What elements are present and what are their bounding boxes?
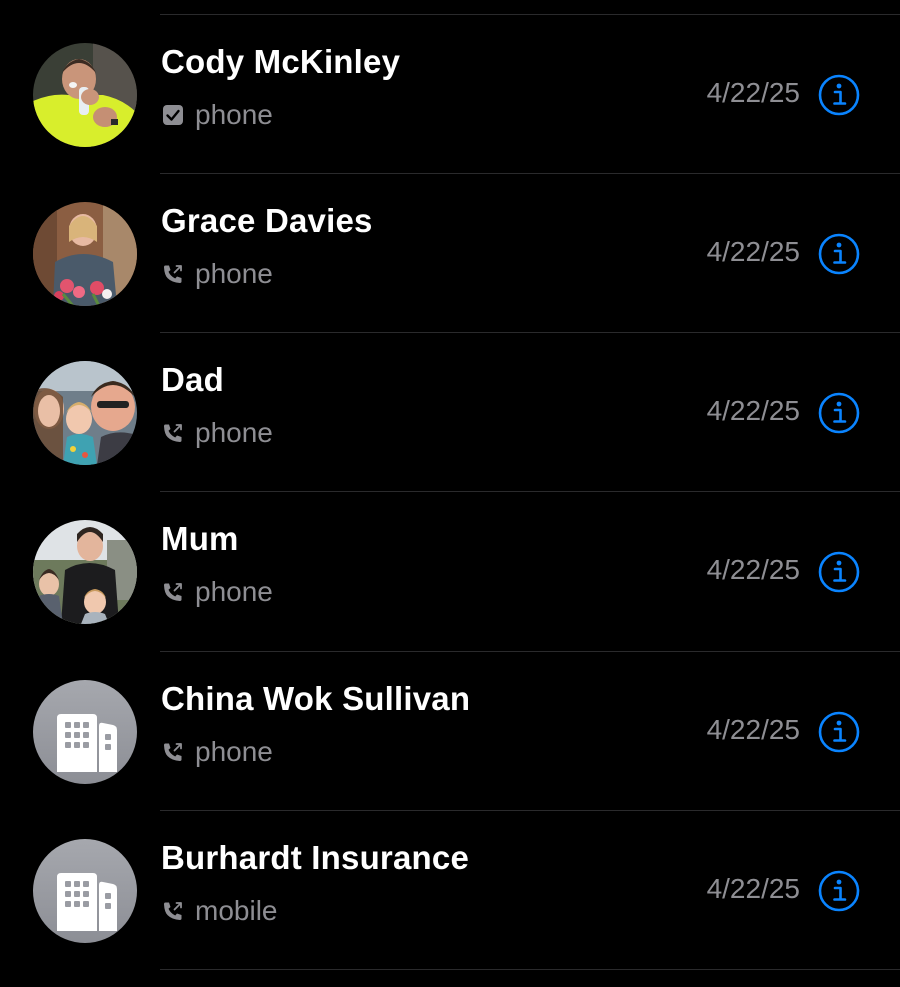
call-date: 4/22/25 [706, 873, 800, 904]
info-icon[interactable] [818, 392, 860, 434]
call-row[interactable]: Cody McKinley phone 4/22/25 [0, 15, 900, 174]
call-date: 4/22/25 [706, 714, 800, 745]
info-icon[interactable] [818, 870, 860, 912]
business-avatar [33, 839, 137, 943]
info-icon[interactable] [818, 711, 860, 753]
contact-photo-avatar [33, 520, 137, 624]
building-icon [33, 680, 137, 784]
call-detail: phone [161, 736, 273, 768]
call-type-label: phone [195, 576, 273, 607]
call-date: 4/22/25 [706, 77, 800, 108]
contact-photo-avatar [33, 361, 137, 465]
call-row[interactable]: Dad phone 4/22/25 [0, 333, 900, 492]
call-type-label: phone [195, 417, 273, 448]
call-date: 4/22/25 [706, 236, 800, 267]
call-detail: phone [161, 258, 273, 290]
call-row[interactable]: Burhardt Insurance mobile 4/22/25 [0, 811, 900, 970]
call-type-label: phone [195, 736, 273, 767]
outgoing-call-icon [161, 262, 185, 286]
call-date: 4/22/25 [706, 395, 800, 426]
call-row[interactable]: Grace Davies phone 4/22/25 [0, 174, 900, 333]
contact-name: China Wok Sullivan [161, 680, 471, 717]
call-type-label: phone [195, 258, 273, 289]
contact-photo-avatar [33, 202, 137, 306]
outgoing-call-icon [161, 421, 185, 445]
call-type-label: phone [195, 99, 273, 130]
checkbox-icon [161, 103, 185, 127]
contact-photo-avatar [33, 43, 137, 147]
outgoing-call-icon [161, 899, 185, 923]
outgoing-call-icon [161, 740, 185, 764]
call-detail: phone [161, 99, 273, 131]
call-row[interactable]: Mum phone 4/22/25 [0, 492, 900, 651]
info-icon[interactable] [818, 74, 860, 116]
call-detail: mobile [161, 895, 277, 927]
call-date: 4/22/25 [706, 554, 800, 585]
call-type-label: mobile [195, 895, 278, 926]
contact-name: Mum [161, 520, 239, 557]
building-icon [33, 839, 137, 943]
contact-name: Grace Davies [161, 202, 373, 239]
call-detail: phone [161, 576, 273, 608]
contact-name: Burhardt Insurance [161, 839, 469, 876]
info-icon[interactable] [818, 233, 860, 275]
call-detail: phone [161, 417, 273, 449]
info-icon[interactable] [818, 551, 860, 593]
call-row[interactable]: China Wok Sullivan phone 4/22/25 [0, 652, 900, 811]
business-avatar [33, 680, 137, 784]
contact-name: Dad [161, 361, 224, 398]
outgoing-call-icon [161, 580, 185, 604]
contact-name: Cody McKinley [161, 43, 401, 80]
